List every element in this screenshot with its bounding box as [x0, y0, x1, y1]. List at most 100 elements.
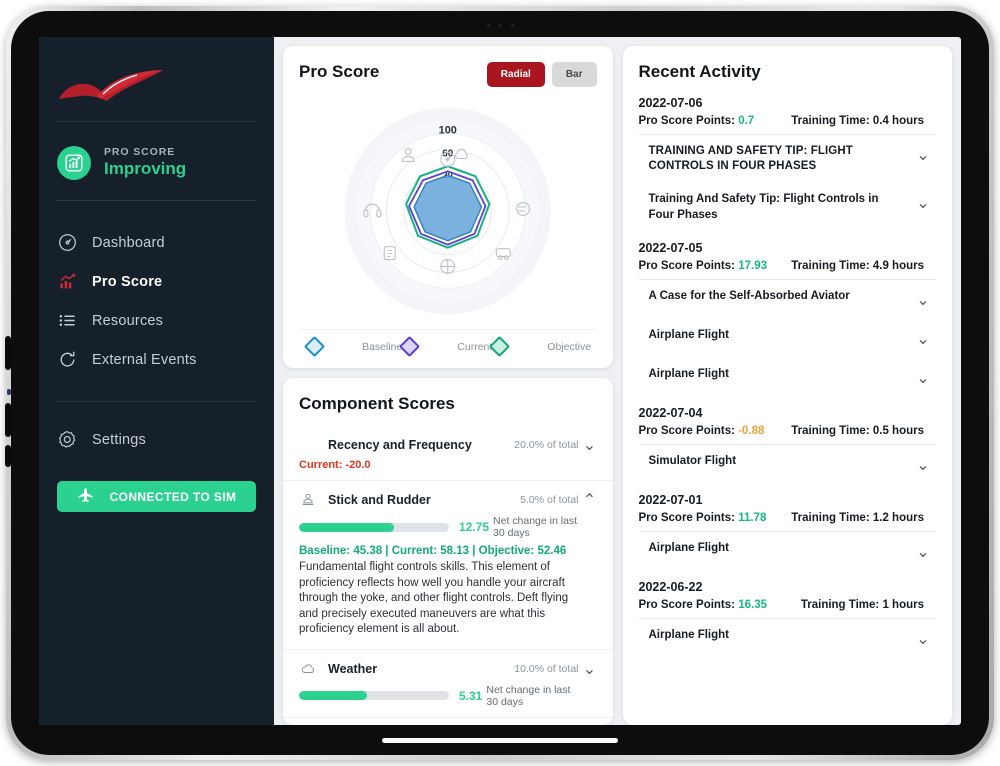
activity-entry[interactable]: A Case for the Self-Absorbed Aviator ⌄ [639, 280, 937, 319]
bar-toggle-button[interactable]: Bar [551, 62, 597, 87]
legend-item-objective: Objective [489, 335, 592, 358]
gear-icon [57, 429, 78, 450]
legend-label: Objective [547, 340, 592, 353]
cloud-icon [299, 660, 317, 678]
component-progress-bar [299, 691, 449, 701]
page-title: Pro Score [299, 62, 380, 81]
activity-entry[interactable]: Training And Safety Tip: Flight Controls… [639, 183, 937, 231]
activity-entry[interactable]: Airplane Flight ⌄ [639, 619, 937, 658]
app-screen: PRO SCORE Improving Dashboard Pro Score … [39, 37, 961, 725]
pro-score-card: Pro Score Radial Bar 100 60 Baseline Cur… [283, 46, 613, 368]
chart-up-icon [57, 146, 91, 180]
activity-group: 2022-07-01 Pro Score Points: 11.78 Train… [638, 492, 937, 571]
sidebar-nav: Dashboard Pro Score Resources External E… [39, 223, 274, 379]
activity-group: 2022-06-22 Pro Score Points: 16.35 Train… [638, 580, 937, 658]
activity-entry[interactable]: Airplane Flight ⌄ [639, 319, 937, 358]
component-row-navigation[interactable]: Navigation 10.0% of total ⌄ 6.75 Net cha… [283, 716, 613, 725]
training-time: Training Time: 1.2 hours [791, 511, 924, 524]
chevron-down-icon[interactable]: ⌄ [579, 659, 601, 679]
component-row-stick-and-rudder[interactable]: Stick and Rudder 5.0% of total ⌃ 12.75 N… [283, 480, 613, 649]
activity-entry[interactable]: TRAINING AND SAFETY TIP: FLIGHT CONTROLS… [639, 135, 937, 183]
tablet-device-frame: PRO SCORE Improving Dashboard Pro Score … [5, 6, 994, 760]
chart-type-toggle: Radial Bar [486, 62, 597, 87]
training-time: Training Time: 1 hours [800, 598, 924, 611]
activity-entry[interactable]: Airplane Flight ⌄ [639, 532, 937, 571]
pro-score-points: Pro Score Points: -0.88 [638, 424, 765, 437]
chevron-down-icon[interactable]: ⌄ [914, 454, 932, 475]
component-row-weather[interactable]: Weather 10.0% of total ⌄ 5.31 Net change… [283, 648, 613, 717]
radial-toggle-button[interactable]: Radial [486, 62, 545, 87]
training-time-value: 4.9 hours [872, 259, 924, 272]
chevron-down-icon[interactable]: ⌄ [914, 192, 932, 213]
sidebar-item-settings[interactable]: Settings [39, 420, 274, 459]
activity-summary: Pro Score Points: -0.88 Training Time: 0… [638, 424, 936, 445]
home-indicator[interactable] [382, 738, 618, 743]
activity-entry-label: Airplane Flight [648, 628, 730, 641]
spacer-icon [299, 436, 317, 454]
component-current-value: Current: -20.0 [299, 459, 371, 471]
component-row-recency-and-frequency[interactable]: Recency and Frequency 20.0% of total ⌄ C… [283, 426, 613, 480]
chevron-up-icon[interactable]: ⌃ [579, 490, 601, 510]
pro-score-caption: PRO SCORE [104, 145, 176, 158]
activity-entry-label: TRAINING AND SAFETY TIP: FLIGHT CONTROLS… [648, 145, 853, 173]
points-value: 17.93 [738, 259, 767, 272]
pro-score-header: Pro Score Radial Bar [299, 62, 597, 87]
component-delta-value: 12.75 [459, 520, 490, 534]
component-stats: Baseline: 45.38 | Current: 58.13 | Objec… [299, 545, 567, 557]
component-name: Stick and Rudder [328, 493, 431, 507]
diamond-icon [303, 335, 326, 358]
power-button[interactable] [5, 445, 11, 467]
chevron-down-icon[interactable]: ⌄ [914, 541, 932, 562]
chevron-down-icon[interactable]: ⌄ [914, 367, 932, 388]
sidebar-divider-bottom [57, 401, 256, 402]
sidebar-divider-mid [57, 200, 256, 201]
points-value: -0.88 [738, 424, 765, 437]
activity-entry-label: Training And Safety Tip: Flight Controls… [648, 193, 879, 221]
component-name: Recency and Frequency [328, 438, 472, 452]
legend-item-baseline: Baseline [303, 335, 402, 358]
red-bird-logo[interactable] [39, 59, 274, 107]
pro-score-points: Pro Score Points: 11.78 [638, 511, 767, 524]
sidebar: PRO SCORE Improving Dashboard Pro Score … [39, 37, 274, 725]
chevron-down-icon[interactable]: ⌄ [914, 328, 932, 349]
sidebar-item-external-events[interactable]: External Events [39, 340, 274, 379]
chevron-down-icon[interactable]: ⌄ [914, 144, 932, 165]
component-scores-list: Recency and Frequency 20.0% of total ⌄ C… [283, 426, 613, 725]
chart-up-icon [57, 271, 78, 292]
activity-date: 2022-07-01 [638, 492, 703, 507]
activity-group: 2022-07-04 Pro Score Points: -0.88 Train… [638, 405, 937, 484]
activity-date: 2022-07-04 [638, 405, 703, 420]
connected-to-sim-button[interactable]: CONNECTED TO SIM [57, 481, 256, 512]
pro-score-trend-value: Improving [104, 159, 187, 179]
component-name: Weather [328, 661, 378, 676]
chevron-down-icon[interactable]: ⌄ [579, 435, 601, 455]
chevron-down-icon[interactable]: ⌄ [914, 628, 932, 649]
legend-label: Current [457, 340, 493, 353]
component-scores-title: Component Scores [299, 394, 455, 413]
activity-entry[interactable]: Airplane Flight ⌄ [639, 358, 937, 397]
sidebar-item-resources[interactable]: Resources [39, 301, 274, 340]
activity-summary: Pro Score Points: 16.35 Training Time: 1… [638, 598, 936, 619]
activity-entry-label: Airplane Flight [648, 328, 730, 341]
port-indicator [7, 389, 11, 395]
points-value: 0.7 [738, 115, 755, 127]
activity-date: 2022-07-05 [638, 240, 703, 255]
sidebar-item-pro-score[interactable]: Pro Score [39, 262, 274, 301]
training-time-value: 0.4 hours [872, 115, 924, 127]
main-content: Pro Score Radial Bar 100 60 Baseline Cur… [274, 37, 961, 725]
radar-chart[interactable]: 100 60 20 [299, 87, 597, 323]
points-value: 11.78 [738, 511, 767, 524]
volume-up-button[interactable] [5, 336, 11, 370]
component-weight: 10.0% of total [514, 662, 579, 675]
legend-item-current: Current [399, 335, 493, 358]
camera-sensor-dots [11, 24, 989, 27]
volume-down-button[interactable] [5, 403, 11, 437]
sidebar-item-label: Resources [92, 312, 164, 329]
airplane-icon [77, 487, 94, 507]
training-time-value: 1 hours [882, 598, 924, 611]
diamond-icon [489, 335, 511, 358]
chevron-down-icon[interactable]: ⌄ [914, 289, 932, 310]
sidebar-item-dashboard[interactable]: Dashboard [39, 223, 274, 262]
activity-entry[interactable]: Simulator Flight ⌄ [639, 445, 937, 484]
component-delta-label: Net change in last 30 days [493, 515, 578, 539]
